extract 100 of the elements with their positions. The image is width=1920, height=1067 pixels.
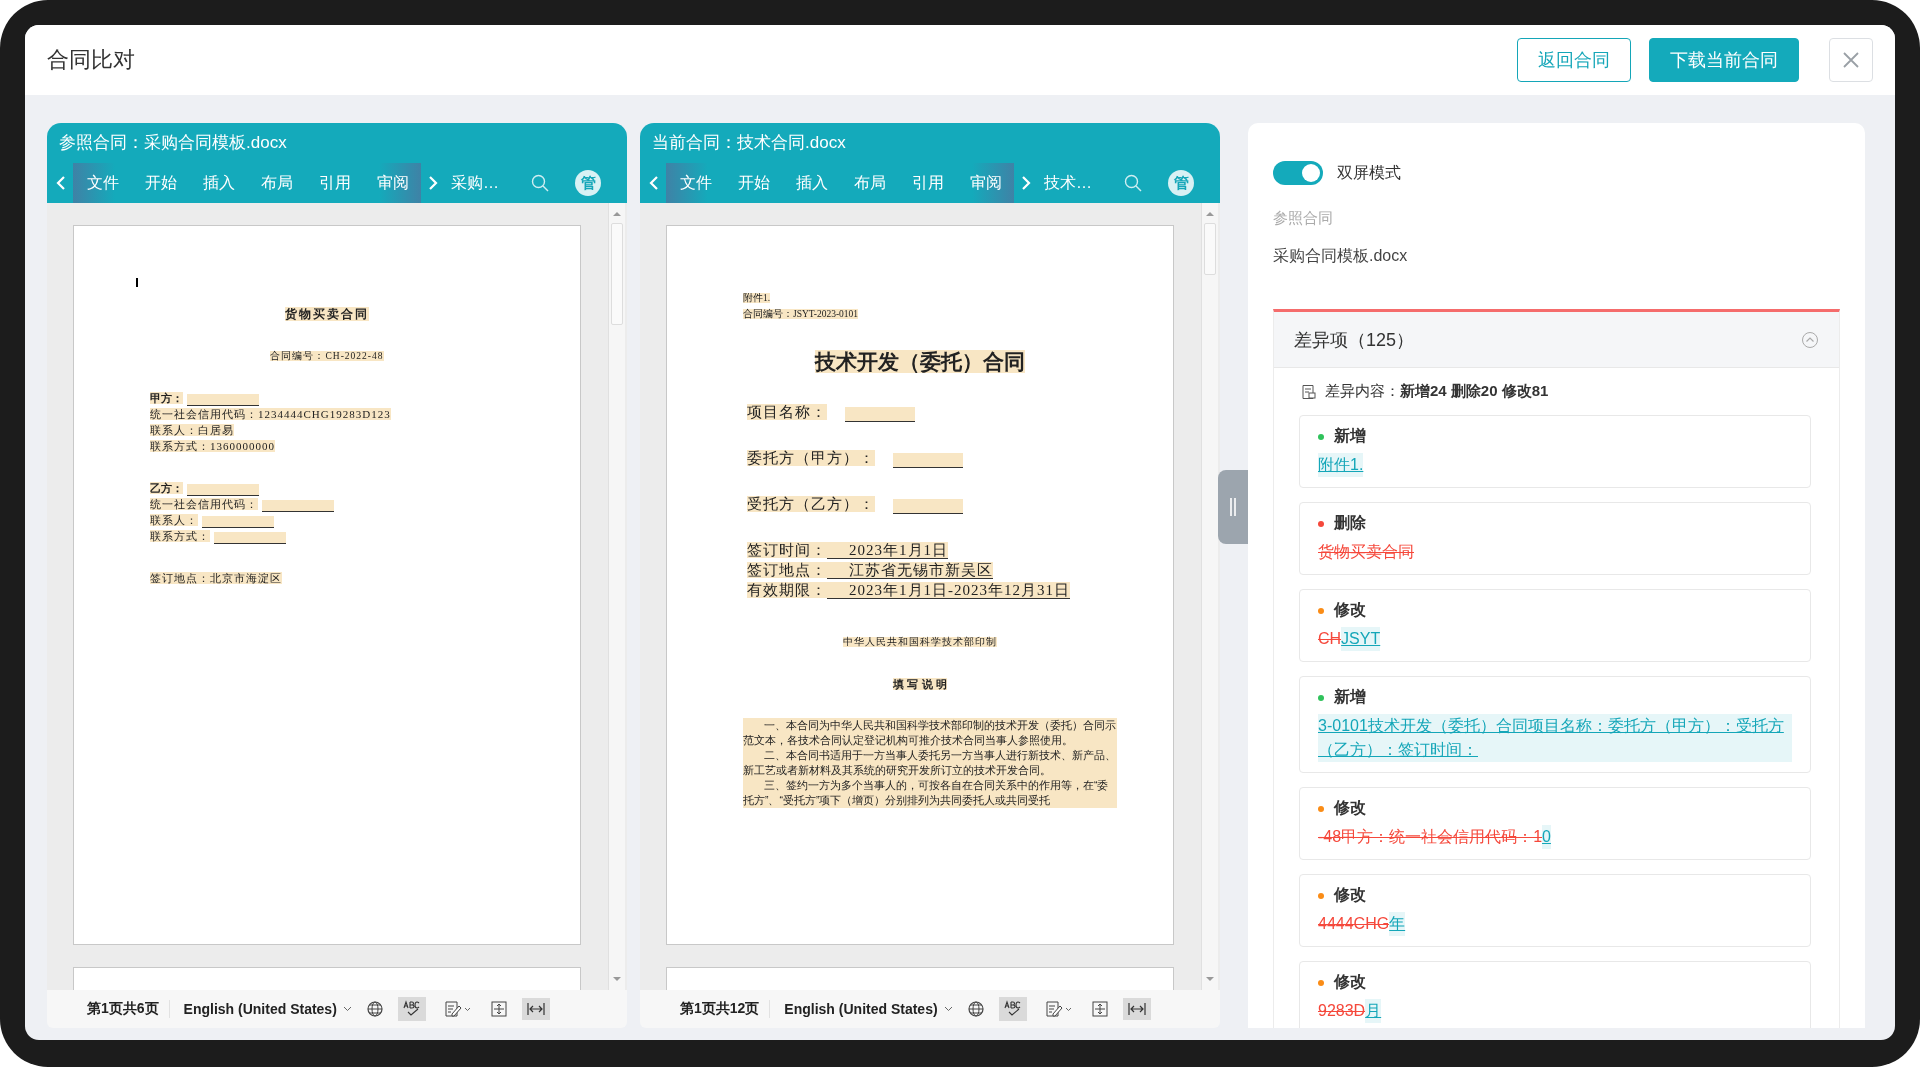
chevron-right-icon[interactable] [427,175,439,191]
header-button[interactable]: 下载当前合同 [1649,38,1799,82]
added-text-link[interactable]: 0 [1542,825,1551,849]
scrollbar[interactable] [608,203,625,990]
document-text: 附件1. [743,293,771,303]
document-text: 统一社会信用代码： [150,498,258,510]
removed-text: CH [1318,630,1342,647]
added-text-link[interactable]: JSYT [1341,627,1381,651]
fit-page-icon[interactable] [1090,1000,1109,1018]
chevron-right-icon[interactable] [1020,175,1032,191]
field-label: 有效期限： [747,582,827,598]
document-text: 统一社会信用代码：1234444CHG19283D123 [150,408,391,420]
ribbon-tab[interactable]: 文件 [73,172,131,194]
added-text-link[interactable]: 附件1. [1318,453,1364,477]
diff-item-card[interactable]: 删除 货物买卖合同 [1299,502,1811,575]
globe-icon[interactable] [365,1000,384,1018]
user-avatar[interactable]: 管 [1168,170,1194,196]
collapse-header[interactable]: 差异项（125） [1274,312,1839,368]
user-avatar[interactable]: 管 [575,170,601,196]
status-dot-icon [1318,433,1324,440]
document-text: 联系方式：1360000000 [150,440,275,452]
document-text: 联系人：白居易 [150,424,234,436]
diff-item-card[interactable]: 修改 9283D月 [1299,961,1811,1028]
ribbon-tab[interactable]: 开始 [724,172,782,194]
document-text: 联系人： [150,514,198,526]
field-label: 签订地点： [747,562,827,578]
fit-page-icon[interactable] [489,1000,508,1018]
spellcheck-button[interactable] [998,997,1027,1021]
fit-width-button[interactable] [521,998,550,1020]
document-icon [1301,383,1317,400]
toggle-label: 双屏模式 [1337,162,1401,183]
document-text: 合同编号：CH-2022-48 [270,351,384,361]
field-label: 项目名称： [747,404,827,420]
page-info: 第1页共6页 [87,1000,170,1018]
status-dot-icon [1318,892,1324,899]
ribbon-tab[interactable]: 布局 [840,172,898,194]
fit-width-button[interactable] [1122,998,1151,1020]
language-dropdown[interactable]: English (United States) [183,1001,352,1017]
ribbon-tab[interactable]: 引用 [305,172,363,194]
ribbon-tab[interactable]: 技术… [1038,172,1098,194]
removed-text: -48甲方：统一社会信用代码：1 [1318,828,1543,845]
spellcheck-icon [401,1000,422,1018]
status-dot-icon [1318,607,1324,614]
document-text: 中华人民共和国科学技术部印制 [843,637,997,647]
ribbon-tab[interactable]: 文件 [666,172,724,194]
document-name: 参照合同：采购合同模板.docx [58,132,288,154]
section-heading: 填 写 说 明 [893,678,947,690]
added-text-link[interactable]: 月 [1365,999,1382,1023]
diff-item-card[interactable]: 新增 附件1. [1299,415,1811,488]
fit-width-icon [1126,1001,1147,1017]
search-icon[interactable] [531,174,549,192]
language-dropdown[interactable]: English (United States) [784,1001,953,1017]
status-dot-icon [1318,979,1324,986]
ribbon-tab[interactable]: 引用 [898,172,956,194]
header-button[interactable]: 返回合同 [1517,38,1631,82]
change-type-label: 新增 [1334,687,1366,707]
chevron-up-icon [1801,330,1819,349]
edit-document-icon [1044,1000,1073,1018]
diff-item-card[interactable]: 新增 3-0101技术开发（委托）合同项目名称：委托方（甲方）：受托方（乙方）：签订时间： [1299,676,1811,773]
globe-icon[interactable] [966,1000,985,1018]
document-paragraph: 二、本合同书适用于一方当事人委托另一方当事人进行新技术、新产品、新工艺或者新材料及其系统的研究开发所订立的技术开发合同。 [743,748,1117,778]
field-value: 2023年1月1日 [827,542,948,559]
change-type-label: 修改 [1334,798,1366,818]
spellcheck-button[interactable] [397,997,426,1021]
ribbon-tab[interactable]: 审阅 [363,172,421,194]
toggle-switch[interactable] [1273,161,1323,185]
close-icon [1842,51,1860,69]
field-label: 委托方（甲方）： [747,450,875,466]
grip-icon [1229,497,1237,517]
diff-item-card[interactable]: 修改 -48甲方：统一社会信用代码：10 [1299,787,1811,860]
text-cursor-icon [136,278,138,287]
diff-item-card[interactable]: 修改 4444CHG年 [1299,874,1811,947]
scroll-thumb[interactable] [611,223,623,325]
document-text: 签订地点：北京市海淀区 [150,572,282,584]
diff-item-card[interactable]: 修改 CHJSYT [1299,589,1811,662]
removed-text: 9283D [1318,1002,1366,1019]
change-type-label: 修改 [1334,972,1366,992]
added-text-link[interactable]: 3-0101技术开发（委托）合同项目名称：委托方（甲方）：受托方（乙方）：签订时间： [1318,714,1792,762]
added-text-link[interactable]: 年 [1389,912,1406,936]
document-name: 当前合同：技术合同.docx [651,132,847,154]
diff-summary: 差异内容：新增24 删除20 修改81 [1325,382,1549,401]
scroll-thumb[interactable] [1204,223,1216,275]
ribbon-tab[interactable]: 布局 [247,172,305,194]
change-type-label: 修改 [1334,600,1366,620]
search-icon[interactable] [1124,174,1142,192]
ribbon-tab[interactable]: 插入 [189,172,247,194]
ribbon-tab[interactable]: 采购… [445,172,505,194]
chevron-left-icon[interactable] [648,175,660,191]
field-label: 受托方（乙方）： [747,496,875,512]
chevron-left-icon[interactable] [55,175,67,191]
change-type-label: 删除 [1334,513,1366,533]
splitter-handle[interactable] [1218,470,1248,544]
field-label: 签订时间： [747,542,827,558]
close-button[interactable] [1829,38,1873,82]
ribbon-tab[interactable]: 审阅 [956,172,1014,194]
fit-width-icon [525,1001,546,1017]
ribbon-tab[interactable]: 开始 [131,172,189,194]
caret-icon [342,1006,352,1012]
ribbon-tab[interactable]: 插入 [782,172,840,194]
scrollbar[interactable] [1201,203,1218,990]
